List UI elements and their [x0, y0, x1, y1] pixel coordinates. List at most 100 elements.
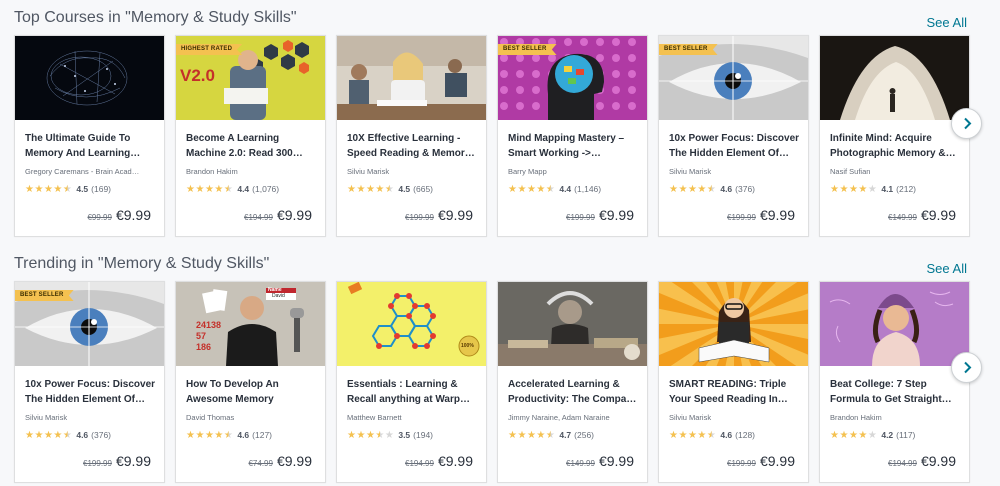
- course-title[interactable]: 10x Power Focus: Discover The Hidden Elem…: [25, 377, 159, 407]
- course-author: Brandon Hakim: [830, 413, 882, 422]
- course-thumbnail[interactable]: BEST SELLER: [498, 36, 647, 120]
- course-title[interactable]: Accelerated Learning & Productivity: The …: [508, 377, 642, 407]
- course-price: €199.99 €9.99: [83, 453, 151, 471]
- course-thumbnail[interactable]: BEST SELLER: [15, 282, 164, 366]
- course-rating: ★★★★★ 4.4 (1,076): [186, 184, 279, 195]
- star-icon: ★: [204, 430, 215, 441]
- course-author: Matthew Barnett: [347, 413, 402, 422]
- course-card[interactable]: SMART READING: Triple Your Speed Reading …: [658, 281, 809, 483]
- original-price: €199.99: [566, 213, 595, 222]
- course-card[interactable]: 100% Essentials : Learning & Recall anythi…: [336, 281, 487, 483]
- course-thumbnail[interactable]: BEST SELLER: [659, 36, 808, 120]
- course-thumbnail[interactable]: [498, 282, 647, 366]
- course-title[interactable]: 10x Power Focus: Discover The Hidden Elem…: [669, 131, 803, 161]
- star-icon: ★: [858, 430, 868, 441]
- course-title-line: Mind Mapping Mastery –: [508, 133, 625, 144]
- thumb-version-label: V2.0: [180, 66, 215, 85]
- course-badge: BEST SELLER: [15, 290, 74, 301]
- star-icon: ★: [517, 430, 527, 441]
- course-card[interactable]: Accelerated Learning & Productivity: The …: [497, 281, 648, 483]
- star-half-icon: ★: [62, 184, 73, 195]
- rating-value: 4.2: [881, 430, 894, 440]
- star-icon: ★: [195, 184, 205, 195]
- rating-stars: ★★★★★: [508, 430, 555, 441]
- original-price: €199.99: [405, 213, 434, 222]
- original-price: €194.99: [888, 459, 917, 468]
- course-thumbnail[interactable]: [820, 36, 969, 120]
- course-thumbnail[interactable]: [659, 282, 808, 366]
- rating-stars: ★★★★★: [347, 184, 394, 195]
- star-icon: ★: [687, 430, 698, 441]
- course-author: Silviu Marisk: [25, 413, 68, 422]
- star-icon: ★: [697, 430, 707, 441]
- course-title-line: The Hidden Element Of…: [669, 148, 790, 159]
- course-title[interactable]: 10X Effective Learning - Speed Reading & …: [347, 131, 481, 161]
- carousel-next-button[interactable]: [951, 108, 982, 139]
- original-price: €199.99: [83, 459, 112, 468]
- rating-value: 4.6: [237, 430, 250, 440]
- star-icon: ★: [858, 184, 868, 195]
- course-thumbnail[interactable]: [820, 282, 969, 366]
- thumb-number: 24138: [196, 320, 222, 330]
- course-author: Barry Mapp: [508, 167, 547, 176]
- course-price: €199.99 €9.99: [727, 453, 795, 471]
- course-title[interactable]: Essentials : Learning & Recall anything a…: [347, 377, 481, 407]
- course-title-line: 10x Power Focus: Discover: [669, 133, 800, 144]
- course-card[interactable]: Beat College: 7 Step Formula to Get Strai…: [819, 281, 970, 483]
- star-icon: ★: [839, 184, 849, 195]
- rating-value: 4.5: [398, 184, 411, 194]
- see-all-link[interactable]: See All: [927, 261, 967, 276]
- course-title[interactable]: Become A Learning Machine 2.0: Read 300…: [186, 131, 320, 161]
- course-title-line: 10x Power Focus: Discover: [25, 379, 156, 390]
- course-card[interactable]: BEST SELLER Mind Mapping Mastery – Smart W…: [497, 35, 648, 237]
- course-title[interactable]: How To Develop An Awesome Memory: [186, 377, 320, 407]
- star-icon: ★: [536, 184, 546, 195]
- course-thumbnail[interactable]: V2.0 HIGHEST RATED: [176, 36, 325, 120]
- course-title-line: Recall anything at Warp…: [347, 394, 470, 405]
- carousel-next-button[interactable]: [951, 352, 982, 383]
- course-title-line: Accelerated Learning &: [508, 379, 620, 390]
- original-price: €74.99: [248, 459, 273, 468]
- course-price: €199.99 €9.99: [727, 207, 795, 225]
- star-icon: ★: [365, 184, 376, 195]
- star-half-icon: ★: [384, 184, 395, 195]
- sale-price: €9.99: [276, 207, 312, 223]
- see-all-link[interactable]: See All: [927, 15, 967, 30]
- star-half-icon: ★: [706, 184, 717, 195]
- course-card[interactable]: BEST SELLER 10x Power Focus: Discover The …: [658, 35, 809, 237]
- course-carousel: The Ultimate Guide To Memory And Learning…: [14, 35, 974, 237]
- course-card[interactable]: Name David 24138 57 186 How To Develop An Awes…: [175, 281, 326, 483]
- course-title[interactable]: SMART READING: Triple Your Speed Reading …: [669, 377, 803, 407]
- course-card[interactable]: Infinite Mind: Acquire Photographic Memor…: [819, 35, 970, 237]
- course-rating: ★★★★★ 4.6 (376): [669, 184, 755, 195]
- star-icon: ★: [43, 430, 54, 441]
- course-thumbnail[interactable]: Name David 24138 57 186: [176, 282, 325, 366]
- thumb-david-tag: David: [272, 293, 285, 299]
- original-price: €194.99: [244, 213, 273, 222]
- course-title[interactable]: The Ultimate Guide To Memory And Learning…: [25, 131, 159, 161]
- course-price: €194.99 €9.99: [888, 453, 956, 471]
- star-empty-icon: ★: [867, 184, 878, 195]
- star-icon: ★: [43, 184, 54, 195]
- course-title[interactable]: Infinite Mind: Acquire Photographic Memor…: [830, 131, 964, 161]
- course-title[interactable]: Beat College: 7 Step Formula to Get Strai…: [830, 377, 964, 407]
- star-icon: ★: [356, 184, 366, 195]
- course-card[interactable]: The Ultimate Guide To Memory And Learning…: [14, 35, 165, 237]
- star-icon: ★: [214, 430, 224, 441]
- sale-price: €9.99: [115, 207, 151, 223]
- course-card[interactable]: V2.0 HIGHEST RATED Become A Learning Machin…: [175, 35, 326, 237]
- rating-value: 4.5: [76, 184, 89, 194]
- course-thumbnail[interactable]: [15, 36, 164, 120]
- course-carousel: BEST SELLER 10x Power Focus: Discover The …: [14, 281, 974, 483]
- sale-price: €9.99: [598, 453, 634, 469]
- course-title[interactable]: Mind Mapping Mastery – Smart Working ->…: [508, 131, 642, 161]
- course-title-line: Essentials : Learning &: [347, 379, 458, 390]
- course-title-line: Infinite Mind: Acquire: [830, 133, 932, 144]
- course-card[interactable]: 10X Effective Learning - Speed Reading & …: [336, 35, 487, 237]
- course-card[interactable]: BEST SELLER 10x Power Focus: Discover The …: [14, 281, 165, 483]
- course-thumbnail[interactable]: 100%: [337, 282, 486, 366]
- rating-value: 4.6: [76, 430, 89, 440]
- course-thumbnail[interactable]: [337, 36, 486, 120]
- course-rating: ★★★★★ 4.6 (128): [669, 430, 755, 441]
- course-title-line: Smart Working ->…: [508, 148, 601, 159]
